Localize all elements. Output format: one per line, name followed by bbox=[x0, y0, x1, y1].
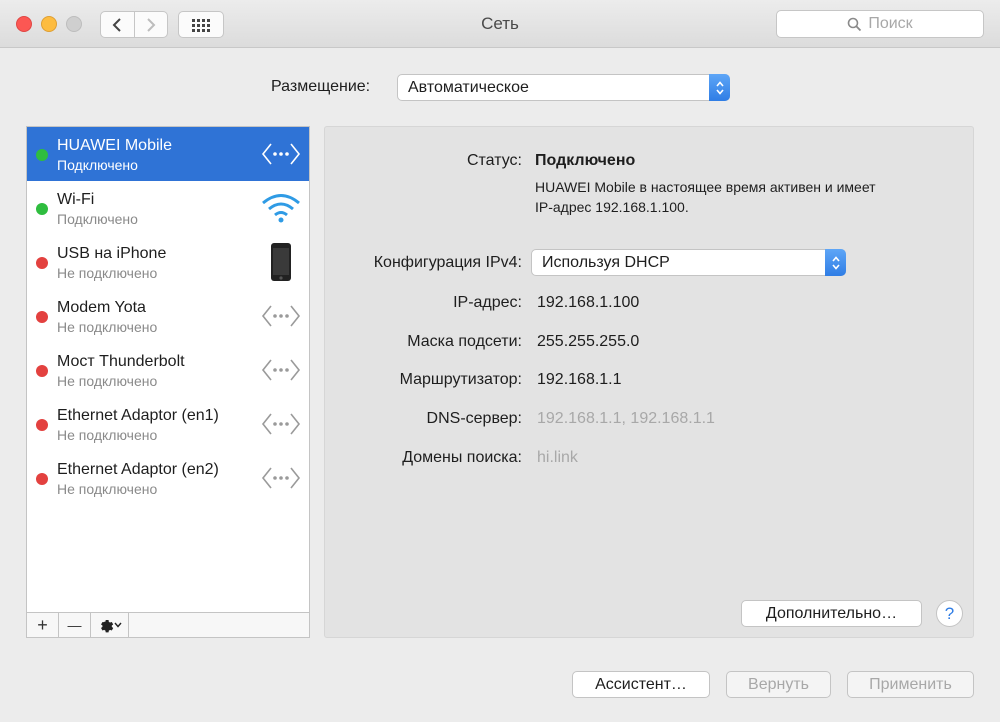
status-dot bbox=[36, 419, 48, 431]
service-name: Wi-Fi bbox=[57, 191, 95, 208]
status-value: Подключено bbox=[535, 152, 636, 169]
gear-icon bbox=[101, 619, 114, 632]
service-status: Не подключено bbox=[57, 427, 158, 443]
plus-icon: + bbox=[37, 614, 48, 635]
service-name: Ethernet Adaptor (en1) bbox=[57, 407, 219, 424]
router-value: 192.168.1.1 bbox=[537, 371, 622, 388]
dns-server-value: 192.168.1.1, 192.168.1.1 bbox=[537, 410, 715, 427]
ipv4-config-value: Используя DHCP bbox=[542, 253, 670, 271]
status-description-line: IP-адрес 192.168.1.100. bbox=[535, 199, 689, 215]
search-domains-label: Домены поиска: bbox=[402, 449, 522, 466]
status-dot bbox=[36, 203, 48, 215]
wifi-icon bbox=[261, 190, 301, 226]
updown-arrows-icon bbox=[825, 249, 846, 276]
subnet-mask-value: 255.255.255.0 bbox=[537, 333, 640, 350]
search-field[interactable]: Поиск bbox=[776, 10, 984, 38]
service-status: Не подключено bbox=[57, 481, 158, 497]
location-select[interactable]: Автоматическое bbox=[397, 74, 730, 101]
service-status: Подключено bbox=[57, 157, 138, 173]
minus-icon: — bbox=[67, 617, 82, 633]
service-status: Не подключено bbox=[57, 319, 158, 335]
location-value: Автоматическое bbox=[408, 78, 529, 96]
assistant-button[interactable]: Ассистент… bbox=[572, 671, 710, 698]
add-service-button[interactable]: + bbox=[27, 613, 59, 637]
dns-server-label: DNS-сервер: bbox=[426, 410, 522, 427]
ip-address-label: IP-адрес: bbox=[453, 294, 522, 311]
action-menu-button[interactable] bbox=[91, 613, 129, 637]
status-description-line: HUAWEI Mobile в настоящее время активен … bbox=[535, 179, 876, 195]
service-name: Мост Thunderbolt bbox=[57, 353, 185, 370]
service-status: Не подключено bbox=[57, 373, 158, 389]
help-button[interactable]: ? bbox=[936, 600, 963, 627]
ipv4-config-select[interactable]: Используя DHCP bbox=[531, 249, 846, 276]
location-label: Размещение: bbox=[271, 78, 371, 95]
status-dot bbox=[36, 149, 48, 161]
service-name: Modem Yota bbox=[57, 299, 146, 316]
title-bar: Сеть Поиск bbox=[0, 0, 1000, 48]
status-dot bbox=[36, 365, 48, 377]
status-description: HUAWEI Mobile в настоящее время активен … bbox=[535, 177, 935, 217]
service-name: USB на iPhone bbox=[57, 245, 167, 262]
service-item-wifi[interactable]: Wi-Fi Подключено bbox=[27, 181, 309, 235]
subnet-mask-label: Маска подсети: bbox=[407, 333, 522, 350]
status-dot bbox=[36, 311, 48, 323]
chevron-down-icon bbox=[114, 622, 122, 628]
router-label: Маршрутизатор: bbox=[399, 371, 522, 388]
ipv4-config-label: Конфигурация IPv4: bbox=[373, 254, 522, 271]
service-name: Ethernet Adaptor (en2) bbox=[57, 461, 219, 478]
service-status: Подключено bbox=[57, 211, 138, 227]
search-domains-value: hi.link bbox=[537, 449, 578, 466]
search-icon bbox=[848, 17, 862, 31]
status-dot bbox=[36, 257, 48, 269]
ip-address-value: 192.168.1.100 bbox=[537, 294, 640, 311]
updown-arrows-icon bbox=[709, 74, 730, 101]
revert-button[interactable]: Вернуть bbox=[726, 671, 831, 698]
apply-button[interactable]: Применить bbox=[847, 671, 974, 698]
service-list-toolbar: + — bbox=[27, 612, 309, 637]
service-status: Не подключено bbox=[57, 265, 158, 281]
search-placeholder: Поиск bbox=[868, 15, 913, 32]
remove-service-button[interactable]: — bbox=[59, 613, 91, 637]
status-label: Статус: bbox=[466, 152, 522, 169]
service-name: HUAWEI Mobile bbox=[57, 137, 172, 154]
advanced-button[interactable]: Дополнительно… bbox=[741, 600, 922, 627]
status-dot bbox=[36, 473, 48, 485]
